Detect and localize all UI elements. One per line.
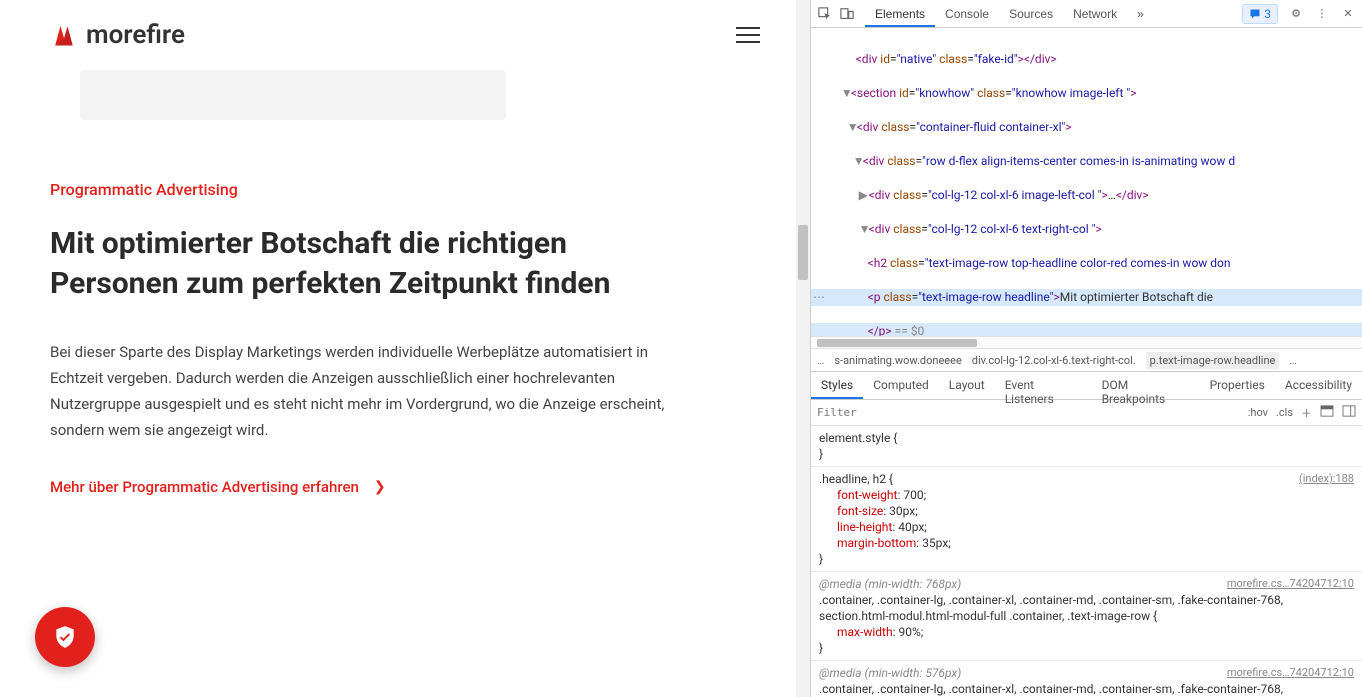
subtab-eventlisteners[interactable]: Event Listeners xyxy=(995,372,1092,399)
menu-button[interactable] xyxy=(736,27,760,43)
page-content: Programmatic Advertising Mit optimierter… xyxy=(0,70,810,496)
subtab-computed[interactable]: Computed xyxy=(863,372,939,399)
site-header: morefire xyxy=(0,0,810,70)
devtools-main-tabs: Elements Console Sources Network » xyxy=(865,1,1154,27)
inspect-icon[interactable] xyxy=(817,6,833,22)
new-style-rule-icon[interactable]: ＋ xyxy=(1301,405,1312,421)
console-message-badge[interactable]: 3 xyxy=(1242,4,1278,24)
styles-body[interactable]: element.style { } (index):188 .headline,… xyxy=(811,426,1362,697)
tab-console[interactable]: Console xyxy=(935,1,999,27)
device-toggle-icon[interactable] xyxy=(839,6,855,22)
shield-check-icon xyxy=(52,624,78,650)
computed-panel-icon[interactable] xyxy=(1320,405,1334,420)
rule-source-link[interactable]: morefire.cs…74204712:10 xyxy=(1227,665,1354,681)
devtools-panel: Elements Console Sources Network » 3 ⚙ ⋮… xyxy=(810,0,1362,697)
page-headline: Mit optimierter Botschaft die richtigen … xyxy=(50,224,689,304)
shield-fab-button[interactable] xyxy=(35,607,95,667)
page-body-text: Bei dieser Sparte des Display Marketings… xyxy=(50,339,689,443)
crumb-more-left[interactable]: … xyxy=(817,354,824,367)
learn-more-link[interactable]: Mehr über Programmatic Advertising erfah… xyxy=(50,478,760,496)
dom-selected-text: Mit optimierter Botschaft die xyxy=(1060,290,1213,304)
rule-headline[interactable]: (index):188 .headline, h2 { font-weight:… xyxy=(811,467,1362,572)
breadcrumb[interactable]: … s-animating.wow.doneeee div.col-lg-12.… xyxy=(811,348,1362,372)
logo[interactable]: morefire xyxy=(50,20,185,50)
tab-sources[interactable]: Sources xyxy=(999,1,1063,27)
hero-image-placeholder xyxy=(80,70,506,120)
gear-icon[interactable]: ⚙ xyxy=(1288,6,1304,22)
styles-filter-row: :hov .cls ＋ xyxy=(811,400,1362,426)
rule-media-576[interactable]: morefire.cs…74204712:10 @media (min-widt… xyxy=(811,661,1362,697)
eyebrow-label: Programmatic Advertising xyxy=(50,180,760,199)
devtools-toolbar: Elements Console Sources Network » 3 ⚙ ⋮… xyxy=(811,0,1362,28)
styles-filter-input[interactable] xyxy=(817,406,1248,419)
sidebar-toggle-icon[interactable] xyxy=(1342,405,1356,420)
hov-toggle[interactable]: :hov xyxy=(1248,406,1268,419)
rule-source-link[interactable]: (index):188 xyxy=(1299,471,1354,487)
subtab-dombreakpoints[interactable]: DOM Breakpoints xyxy=(1092,372,1200,399)
dom-tree[interactable]: <div id="native" class="fake-id"></div> … xyxy=(811,28,1362,336)
cls-toggle[interactable]: .cls xyxy=(1276,406,1293,419)
crumb-2[interactable]: div.col-lg-12.col-xl-6.text-right-col. xyxy=(972,354,1136,367)
tab-elements[interactable]: Elements xyxy=(865,1,935,27)
kebab-menu-icon[interactable]: ⋮ xyxy=(1314,6,1330,22)
rule-element-style[interactable]: element.style { } xyxy=(811,426,1362,467)
dom-horizontal-scrollbar[interactable] xyxy=(811,336,1362,348)
crumb-1[interactable]: s-animating.wow.doneeee xyxy=(834,354,961,367)
crumb-more-right[interactable]: … xyxy=(1289,354,1296,367)
page-scrollbar[interactable] xyxy=(796,0,810,697)
rule-media-768[interactable]: morefire.cs…74204712:10 @media (min-widt… xyxy=(811,572,1362,661)
subtab-styles[interactable]: Styles xyxy=(811,372,863,399)
subtab-layout[interactable]: Layout xyxy=(939,372,995,399)
close-icon[interactable]: ✕ xyxy=(1340,6,1356,22)
scrollbar-thumb[interactable] xyxy=(798,225,808,280)
tab-more[interactable]: » xyxy=(1127,1,1154,27)
tab-network[interactable]: Network xyxy=(1063,1,1127,27)
logo-icon xyxy=(50,21,78,49)
logo-text: morefire xyxy=(86,20,185,50)
rule-source-link[interactable]: morefire.cs…74204712:10 xyxy=(1227,576,1354,592)
subtab-properties[interactable]: Properties xyxy=(1200,372,1275,399)
link-label: Mehr über Programmatic Advertising erfah… xyxy=(50,478,359,496)
crumb-active[interactable]: p.text-image-row.headline xyxy=(1146,352,1280,369)
styles-subtabs: Styles Computed Layout Event Listeners D… xyxy=(811,372,1362,400)
dom-eq0: == $0 xyxy=(892,324,925,336)
subtab-accessibility[interactable]: Accessibility xyxy=(1275,372,1362,399)
chevron-right-icon: ❯ xyxy=(374,479,386,495)
website-pane: morefire Programmatic Advertising Mit op… xyxy=(0,0,810,697)
scrollbar-thumb[interactable] xyxy=(817,339,977,347)
